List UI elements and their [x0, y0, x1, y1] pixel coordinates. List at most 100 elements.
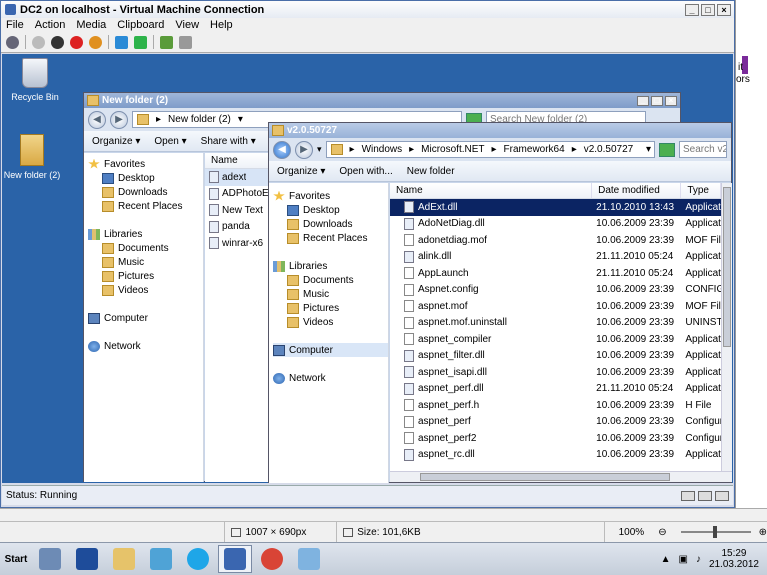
- nav-item-libraries[interactable]: Libraries: [88, 227, 203, 241]
- table-row[interactable]: aspnet_compiler 10.06.2009 23:39 Applicati…: [390, 331, 721, 348]
- table-row[interactable]: aspnet.mof.uninstall 10.06.2009 23:39 UNIN…: [390, 315, 721, 332]
- nav-item-documents[interactable]: Documents: [88, 241, 203, 255]
- nav-item-videos[interactable]: Videos: [88, 283, 203, 297]
- start-button[interactable]: Start: [2, 548, 30, 570]
- zoom-slider[interactable]: [680, 526, 751, 538]
- desktop-icon-new-folder[interactable]: New folder (2): [2, 134, 67, 180]
- table-row[interactable]: aspnet_filter.dll 10.06.2009 23:39 Applica…: [390, 348, 721, 365]
- taskbar-app-explorer[interactable]: [107, 545, 141, 573]
- table-row[interactable]: aspnet.mof 10.06.2009 23:39 MOF File: [390, 298, 721, 315]
- table-row[interactable]: AdoNetDiag.dll 10.06.2009 23:39 Applicatio: [390, 216, 721, 233]
- nav-item-favorites[interactable]: Favorites: [273, 189, 388, 203]
- command-organize[interactable]: Organize ▾: [277, 166, 325, 177]
- back-button[interactable]: ◀: [273, 140, 291, 159]
- nav-item-videos[interactable]: Videos: [273, 315, 388, 329]
- command-new-folder[interactable]: New folder: [407, 166, 455, 177]
- minimize-button[interactable]: _: [637, 95, 649, 106]
- menu-item-file[interactable]: File: [6, 19, 24, 31]
- nav-item-computer[interactable]: Computer: [88, 311, 203, 325]
- chevron-right-icon[interactable]: ▸: [350, 144, 355, 155]
- ctrl-alt-del-icon[interactable]: [6, 35, 19, 49]
- table-row[interactable]: aspnet_perf2 10.06.2009 23:39 Configura: [390, 430, 721, 447]
- nav-item-downloads[interactable]: Downloads: [88, 185, 203, 199]
- nav-item-computer[interactable]: Computer: [273, 343, 388, 357]
- nav-item-libraries[interactable]: Libraries: [273, 259, 388, 273]
- address-bar[interactable]: ▸ Windows ▸ Microsoft.NET ▸ Framework64 ▸ v2.0.…: [325, 141, 655, 158]
- close-button[interactable]: ×: [665, 95, 677, 106]
- menu-item-clipboard[interactable]: Clipboard: [117, 19, 164, 31]
- address-crumb[interactable]: New folder (2): [168, 114, 231, 125]
- breadcrumb-item[interactable]: v2.0.50727: [584, 144, 634, 155]
- chevron-right-icon[interactable]: ▸: [492, 144, 497, 155]
- table-row[interactable]: aspnet_perf 10.06.2009 23:39 Configura: [390, 414, 721, 431]
- breadcrumb-item[interactable]: Framework64: [504, 144, 565, 155]
- taskbar-app-paint[interactable]: [292, 545, 326, 573]
- nav-item-desktop[interactable]: Desktop: [273, 203, 388, 217]
- command-open[interactable]: Open ▾: [154, 136, 186, 147]
- zoom-in-button[interactable]: ⊕: [759, 527, 767, 538]
- desktop-icon-recycle-bin[interactable]: Recycle Bin: [2, 58, 70, 102]
- minimize-button[interactable]: _: [685, 3, 699, 16]
- maximize-button[interactable]: □: [651, 95, 663, 106]
- scrollbar-thumb[interactable]: [723, 187, 731, 347]
- menu-item-help[interactable]: Help: [210, 19, 233, 31]
- vm-title-bar[interactable]: DC2 on localhost - Virtual Machine Conne…: [1, 1, 734, 18]
- maximize-button[interactable]: □: [701, 3, 715, 16]
- close-button[interactable]: ×: [717, 3, 731, 16]
- breadcrumb-item[interactable]: Windows: [362, 144, 403, 155]
- refresh-button[interactable]: [659, 142, 675, 157]
- table-row[interactable]: alink.dll 21.11.2010 05:24 Applicatio: [390, 249, 721, 266]
- table-row[interactable]: aspnet_rc.dll 10.06.2009 23:39 Applicatio: [390, 447, 721, 464]
- snapshot-icon[interactable]: [160, 35, 173, 49]
- table-row[interactable]: AppLaunch 21.11.2010 05:24 Applicatio: [390, 265, 721, 282]
- chevron-right-icon[interactable]: ▸: [572, 144, 577, 155]
- pause-icon[interactable]: [115, 35, 128, 49]
- show-hidden-icons-icon[interactable]: ▲: [661, 554, 671, 565]
- chevron-right-icon[interactable]: ▸: [409, 144, 414, 155]
- nav-item-recent-places[interactable]: Recent Places: [273, 231, 388, 245]
- nav-item-downloads[interactable]: Downloads: [273, 217, 388, 231]
- turn-off-icon[interactable]: [51, 35, 64, 49]
- table-row[interactable]: aspnet_perf.dll 21.11.2010 05:24 Applicati…: [390, 381, 721, 398]
- menu-item-action[interactable]: Action: [35, 19, 66, 31]
- table-row[interactable]: Aspnet.config 10.06.2009 23:39 CONFIG Fi: [390, 282, 721, 299]
- zoom-out-button[interactable]: ⊖: [658, 527, 666, 538]
- back-button[interactable]: ◀: [88, 110, 106, 129]
- taskbar-app-vm-connection[interactable]: [218, 545, 252, 573]
- nav-item-network[interactable]: Network: [88, 339, 203, 353]
- revert-icon[interactable]: [179, 35, 192, 49]
- taskbar-app-tools[interactable]: [144, 545, 178, 573]
- column-header-name[interactable]: Name: [390, 183, 593, 198]
- resume-icon[interactable]: [134, 35, 147, 49]
- nav-item-desktop[interactable]: Desktop: [88, 171, 203, 185]
- search-input[interactable]: Search v2...: [679, 141, 727, 158]
- clock[interactable]: 15:29 21.03.2012: [709, 548, 759, 570]
- table-row[interactable]: AdExt.dll 21.10.2010 13:43 Applicatio: [390, 199, 721, 216]
- nav-item-documents[interactable]: Documents: [273, 273, 388, 287]
- table-row[interactable]: adonetdiag.mof 10.06.2009 23:39 MOF File: [390, 232, 721, 249]
- chevron-down-icon[interactable]: ▾: [238, 114, 243, 125]
- volume-icon[interactable]: ♪: [696, 554, 701, 565]
- shutdown-icon[interactable]: [70, 35, 83, 49]
- taskbar-app-skype[interactable]: [181, 545, 215, 573]
- column-header-date[interactable]: Date modified: [592, 183, 682, 198]
- explorer-title-bar[interactable]: New folder (2) _ □ ×: [84, 93, 680, 108]
- nav-item-music[interactable]: Music: [88, 255, 203, 269]
- taskbar-app-powershell[interactable]: [70, 545, 104, 573]
- forward-button[interactable]: ▶: [110, 110, 128, 129]
- menu-item-media[interactable]: Media: [76, 19, 106, 31]
- network-icon[interactable]: ▣: [678, 554, 687, 565]
- taskbar-app-chrome[interactable]: [255, 545, 289, 573]
- command-open-with[interactable]: Open with...: [339, 166, 392, 177]
- column-header-type[interactable]: Type: [681, 183, 721, 198]
- forward-button[interactable]: ▶: [295, 140, 313, 159]
- scrollbar-thumb[interactable]: [420, 473, 670, 481]
- horizontal-scrollbar[interactable]: [390, 471, 732, 482]
- chevron-down-icon[interactable]: ▾: [646, 144, 651, 155]
- chevron-down-icon[interactable]: ▾: [317, 144, 322, 155]
- zoom-slider-knob[interactable]: [712, 526, 717, 538]
- nav-item-favorites[interactable]: Favorites: [88, 157, 203, 171]
- vertical-scrollbar[interactable]: [721, 183, 732, 471]
- nav-item-pictures[interactable]: Pictures: [273, 301, 388, 315]
- start-icon[interactable]: [32, 35, 45, 49]
